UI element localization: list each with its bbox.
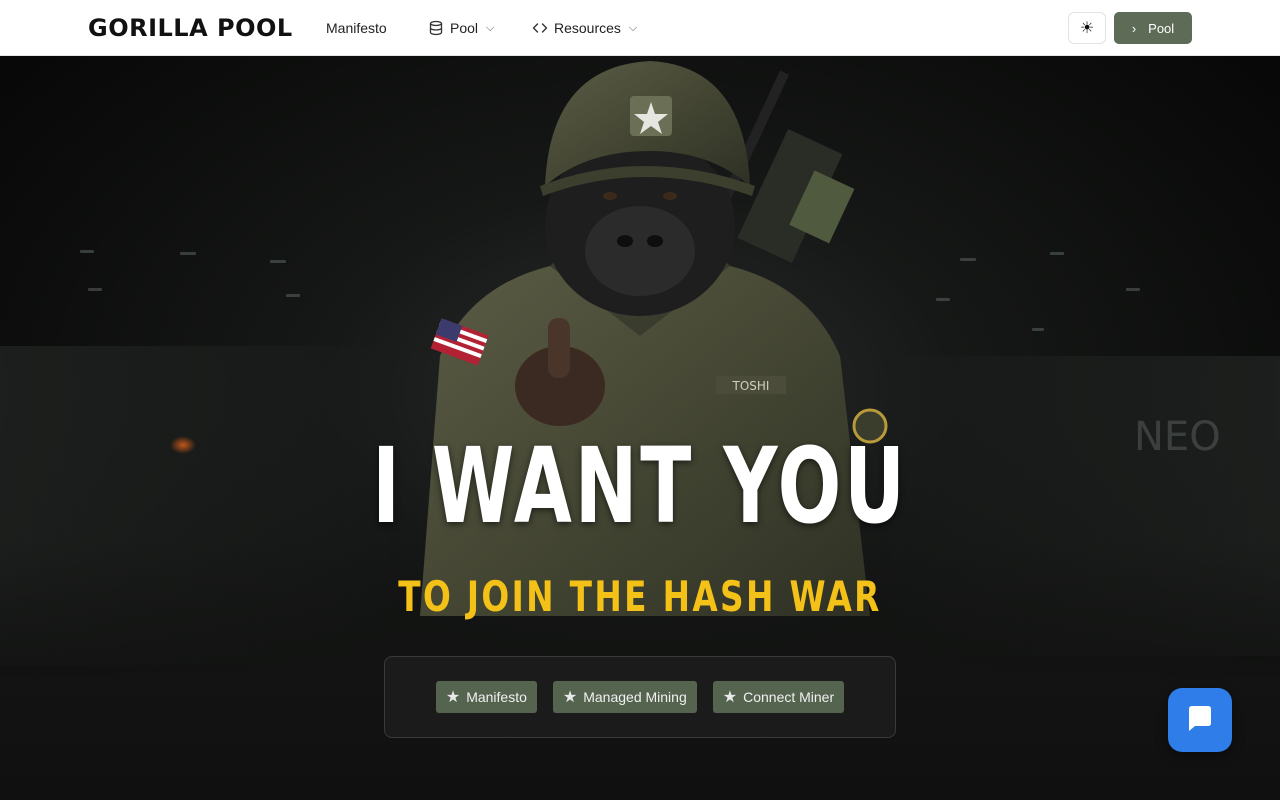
nav-item-resources[interactable]: Resources ⌵ <box>532 16 637 40</box>
site-header: GORILLA POOL Manifesto Pool ⌵ Resources … <box>0 0 1280 56</box>
nav-item-manifesto[interactable]: Manifesto <box>326 16 387 40</box>
nav-item-label: Manifesto <box>326 20 387 36</box>
cta-panel: ★ Manifesto ★ Managed Mining ★ Connect M… <box>384 656 896 738</box>
star-icon: ★ <box>722 689 738 706</box>
code-icon <box>532 20 548 36</box>
connect-miner-button[interactable]: ★ Connect Miner <box>712 681 845 713</box>
chevron-down-icon: ⌵ <box>486 21 495 34</box>
pool-button-label: Pool <box>1148 20 1175 36</box>
container-lettering: NEO <box>1134 414 1221 460</box>
cta-label: Managed Mining <box>583 689 687 705</box>
sun-icon: ☀ <box>1079 20 1095 37</box>
chat-widget-button[interactable] <box>1168 688 1232 752</box>
hero-headline: I WANT YOU <box>372 425 908 547</box>
name-tape: TOSHI <box>732 379 770 393</box>
managed-mining-button[interactable]: ★ Managed Mining <box>552 681 697 713</box>
hero-subheadline: TO JOIN THE HASH WAR <box>398 572 882 621</box>
chevron-right-icon: › <box>1131 20 1137 36</box>
pool-button[interactable]: › Pool <box>1114 12 1192 44</box>
database-icon <box>428 20 444 36</box>
chat-bubble-icon <box>1185 703 1215 738</box>
nav-item-pool[interactable]: Pool ⌵ <box>428 16 494 40</box>
cta-label: Manifesto <box>466 689 527 705</box>
nav-item-label: Pool <box>450 20 479 36</box>
manifesto-button[interactable]: ★ Manifesto <box>435 681 537 713</box>
chevron-down-icon: ⌵ <box>628 21 638 34</box>
nav-item-label: Resources <box>554 20 621 36</box>
site-logo[interactable]: GORILLA POOL <box>88 12 293 44</box>
cta-label: Connect Miner <box>743 689 835 705</box>
theme-toggle-button[interactable]: ☀ <box>1068 12 1106 44</box>
star-icon: ★ <box>445 689 461 706</box>
hero-section: NEO TOSHI I WANT YOU TO JOIN THE HASH WA… <box>0 56 1280 800</box>
star-icon: ★ <box>562 689 578 706</box>
